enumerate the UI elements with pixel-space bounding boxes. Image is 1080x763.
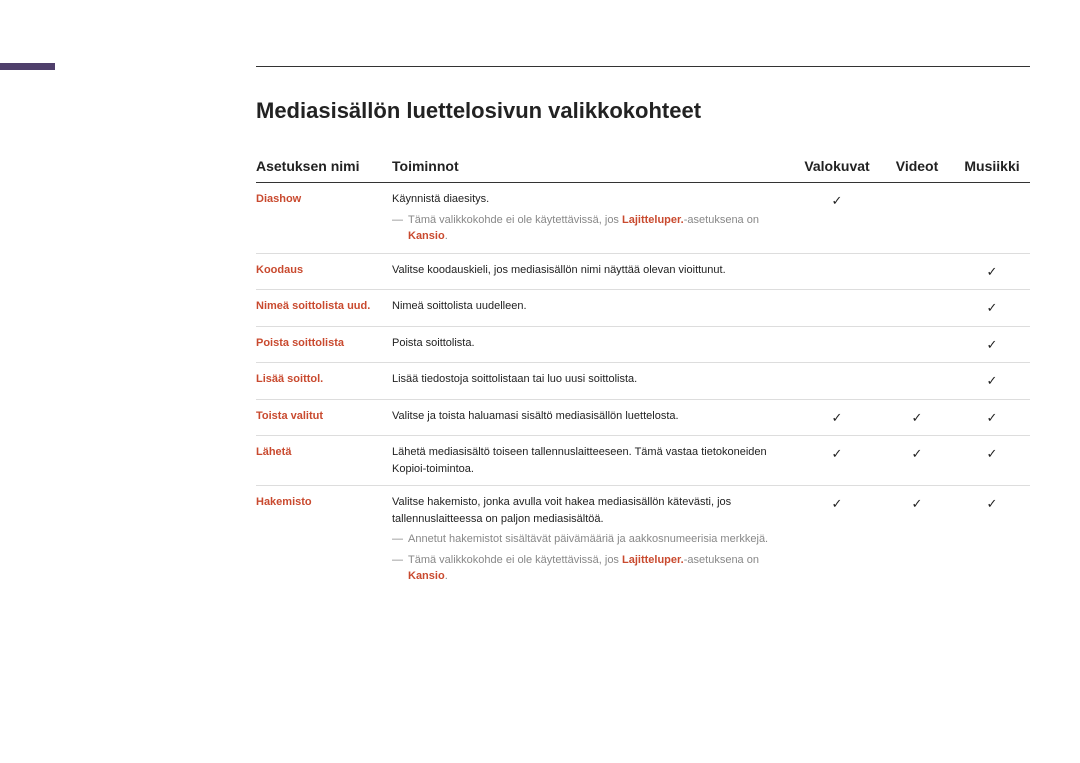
check-photo: ✓ — [800, 399, 880, 436]
setting-name: Toista valitut — [256, 399, 392, 436]
check-video — [880, 363, 960, 400]
header-video: Videot — [880, 150, 960, 183]
check-photo — [800, 253, 880, 290]
check-video: ✓ — [880, 486, 960, 593]
table-row: LähetäLähetä mediasisältö toiseen tallen… — [256, 436, 1030, 486]
settings-table: Asetuksen nimi Toiminnot Valokuvat Video… — [256, 150, 1030, 593]
note-text-pre: Tämä valikkokohde ei ole käytettävissä, … — [408, 554, 622, 566]
table-row: Lisää soittol.Lisää tiedostoja soittolis… — [256, 363, 1030, 400]
check-video — [880, 290, 960, 327]
note-highlight: Kansio — [408, 570, 445, 582]
note-highlight: Lajitteluper. — [622, 214, 684, 226]
check-video — [880, 326, 960, 363]
note-text-mid: -asetuksena on — [684, 214, 759, 226]
func-text: Lisää tiedostoja soittolistaan tai luo u… — [392, 373, 637, 385]
check-video: ✓ — [880, 399, 960, 436]
check-music: ✓ — [960, 363, 1030, 400]
func-text: Valitse hakemisto, jonka avulla voit hak… — [392, 496, 731, 525]
check-music: ✓ — [960, 326, 1030, 363]
header-photo: Valokuvat — [800, 150, 880, 183]
check-music: ✓ — [960, 486, 1030, 593]
note: Annetut hakemistot sisältävät päivämääri… — [392, 531, 794, 548]
setting-name: Lisää soittol. — [256, 363, 392, 400]
func-text: Käynnistä diaesitys. — [392, 193, 489, 205]
note-text-mid: -asetuksena on — [684, 554, 759, 566]
note-text-pre: Tämä valikkokohde ei ole käytettävissä, … — [408, 214, 622, 226]
setting-name: Poista soittolista — [256, 326, 392, 363]
check-photo — [800, 363, 880, 400]
check-photo: ✓ — [800, 183, 880, 254]
check-video — [880, 183, 960, 254]
note: Tämä valikkokohde ei ole käytettävissä, … — [392, 552, 794, 585]
setting-name: Koodaus — [256, 253, 392, 290]
setting-name: Lähetä — [256, 436, 392, 486]
setting-name: Hakemisto — [256, 486, 392, 593]
note-highlight: Lajitteluper. — [622, 554, 684, 566]
note: Tämä valikkokohde ei ole käytettävissä, … — [392, 212, 794, 245]
check-photo — [800, 290, 880, 327]
check-music: ✓ — [960, 436, 1030, 486]
check-music: ✓ — [960, 253, 1030, 290]
table-row: Nimeä soittolista uud.Nimeä soittolista … — [256, 290, 1030, 327]
check-photo — [800, 326, 880, 363]
table-row: Toista valitutValitse ja toista haluamas… — [256, 399, 1030, 436]
func-text: Valitse ja toista haluamasi sisältö medi… — [392, 410, 679, 422]
check-photo: ✓ — [800, 436, 880, 486]
check-music — [960, 183, 1030, 254]
header-name: Asetuksen nimi — [256, 150, 392, 183]
table-header-row: Asetuksen nimi Toiminnot Valokuvat Video… — [256, 150, 1030, 183]
check-music: ✓ — [960, 290, 1030, 327]
func-text: Nimeä soittolista uudelleen. — [392, 300, 527, 312]
table-row: HakemistoValitse hakemisto, jonka avulla… — [256, 486, 1030, 593]
setting-func: Poista soittolista. — [392, 326, 800, 363]
setting-func: Käynnistä diaesitys. Tämä valikkokohde ei… — [392, 183, 800, 254]
note-text-post: . — [445, 570, 448, 582]
note-highlight: Kansio — [408, 230, 445, 242]
setting-func: Valitse koodauskieli, jos mediasisällön … — [392, 253, 800, 290]
table-row: KoodausValitse koodauskieli, jos mediasi… — [256, 253, 1030, 290]
top-rule — [256, 66, 1030, 67]
setting-func: Nimeä soittolista uudelleen. — [392, 290, 800, 327]
check-photo: ✓ — [800, 486, 880, 593]
func-text: Poista soittolista. — [392, 337, 475, 349]
setting-name: Nimeä soittolista uud. — [256, 290, 392, 327]
header-func: Toiminnot — [392, 150, 800, 183]
setting-func: Valitse ja toista haluamasi sisältö medi… — [392, 399, 800, 436]
setting-name: Diashow — [256, 183, 392, 254]
check-video: ✓ — [880, 436, 960, 486]
header-music: Musiikki — [960, 150, 1030, 183]
setting-func: Lähetä mediasisältö toiseen tallennuslai… — [392, 436, 800, 486]
func-text: Lähetä mediasisältö toiseen tallennuslai… — [392, 446, 767, 475]
func-text: Valitse koodauskieli, jos mediasisällön … — [392, 264, 726, 276]
setting-func: Valitse hakemisto, jonka avulla voit hak… — [392, 486, 800, 593]
check-music: ✓ — [960, 399, 1030, 436]
note-text-post: . — [445, 230, 448, 242]
content-area: Mediasisällön luettelosivun valikkokohte… — [256, 98, 1030, 593]
accent-bar — [0, 63, 55, 70]
setting-func: Lisää tiedostoja soittolistaan tai luo u… — [392, 363, 800, 400]
check-video — [880, 253, 960, 290]
table-row: DiashowKäynnistä diaesitys. Tämä valikkok… — [256, 183, 1030, 254]
page-title: Mediasisällön luettelosivun valikkokohte… — [256, 98, 1030, 124]
table-row: Poista soittolistaPoista soittolista. ✓ — [256, 326, 1030, 363]
